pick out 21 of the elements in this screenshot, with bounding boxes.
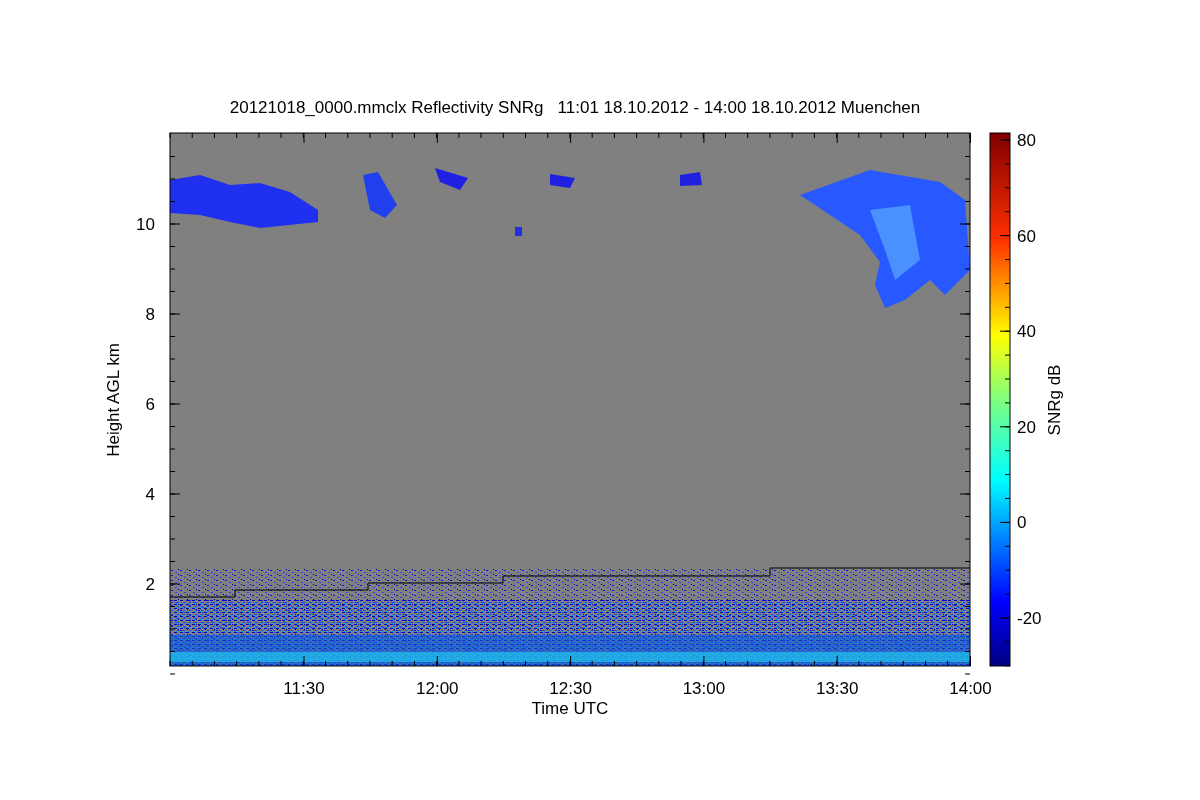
x-tick-label: 12:00 (416, 679, 459, 698)
y-tick-label: 2 (145, 575, 155, 594)
x-axis-label: Time UTC (531, 699, 609, 718)
colorbar-tick-label: 20 (1017, 417, 1036, 437)
colorbar-tick-label: 80 (1017, 131, 1036, 150)
x-tick-label: 14:00 (949, 679, 992, 698)
x-tick-label: 13:30 (815, 679, 859, 698)
x-tick-label: 12:30 (549, 679, 592, 698)
colorbar-tick-label: 40 (1017, 322, 1036, 342)
y-tick-label: 10 (136, 215, 155, 234)
y-axis-label: Height AGL km (104, 343, 123, 457)
chart-title: 20121018_0000.mmclx Reflectivity SNRg 11:01 18.10.2012 - 14:00 18.10.2012 Muenchen (229, 98, 921, 117)
colorbar-tick-label: -20 (1017, 609, 1042, 628)
colorbar-tick-label: 60 (1017, 226, 1036, 246)
colorbar-label: SNRg dB (1045, 364, 1064, 436)
colorbar-tick-label: 0 (1017, 513, 1027, 533)
y-tick-label: 6 (145, 395, 155, 414)
x-tick-label: 13:00 (682, 679, 726, 698)
y-tick-label: 8 (145, 305, 155, 324)
y-tick-label: 4 (145, 485, 155, 504)
x-tick-label: 11:30 (283, 679, 325, 698)
